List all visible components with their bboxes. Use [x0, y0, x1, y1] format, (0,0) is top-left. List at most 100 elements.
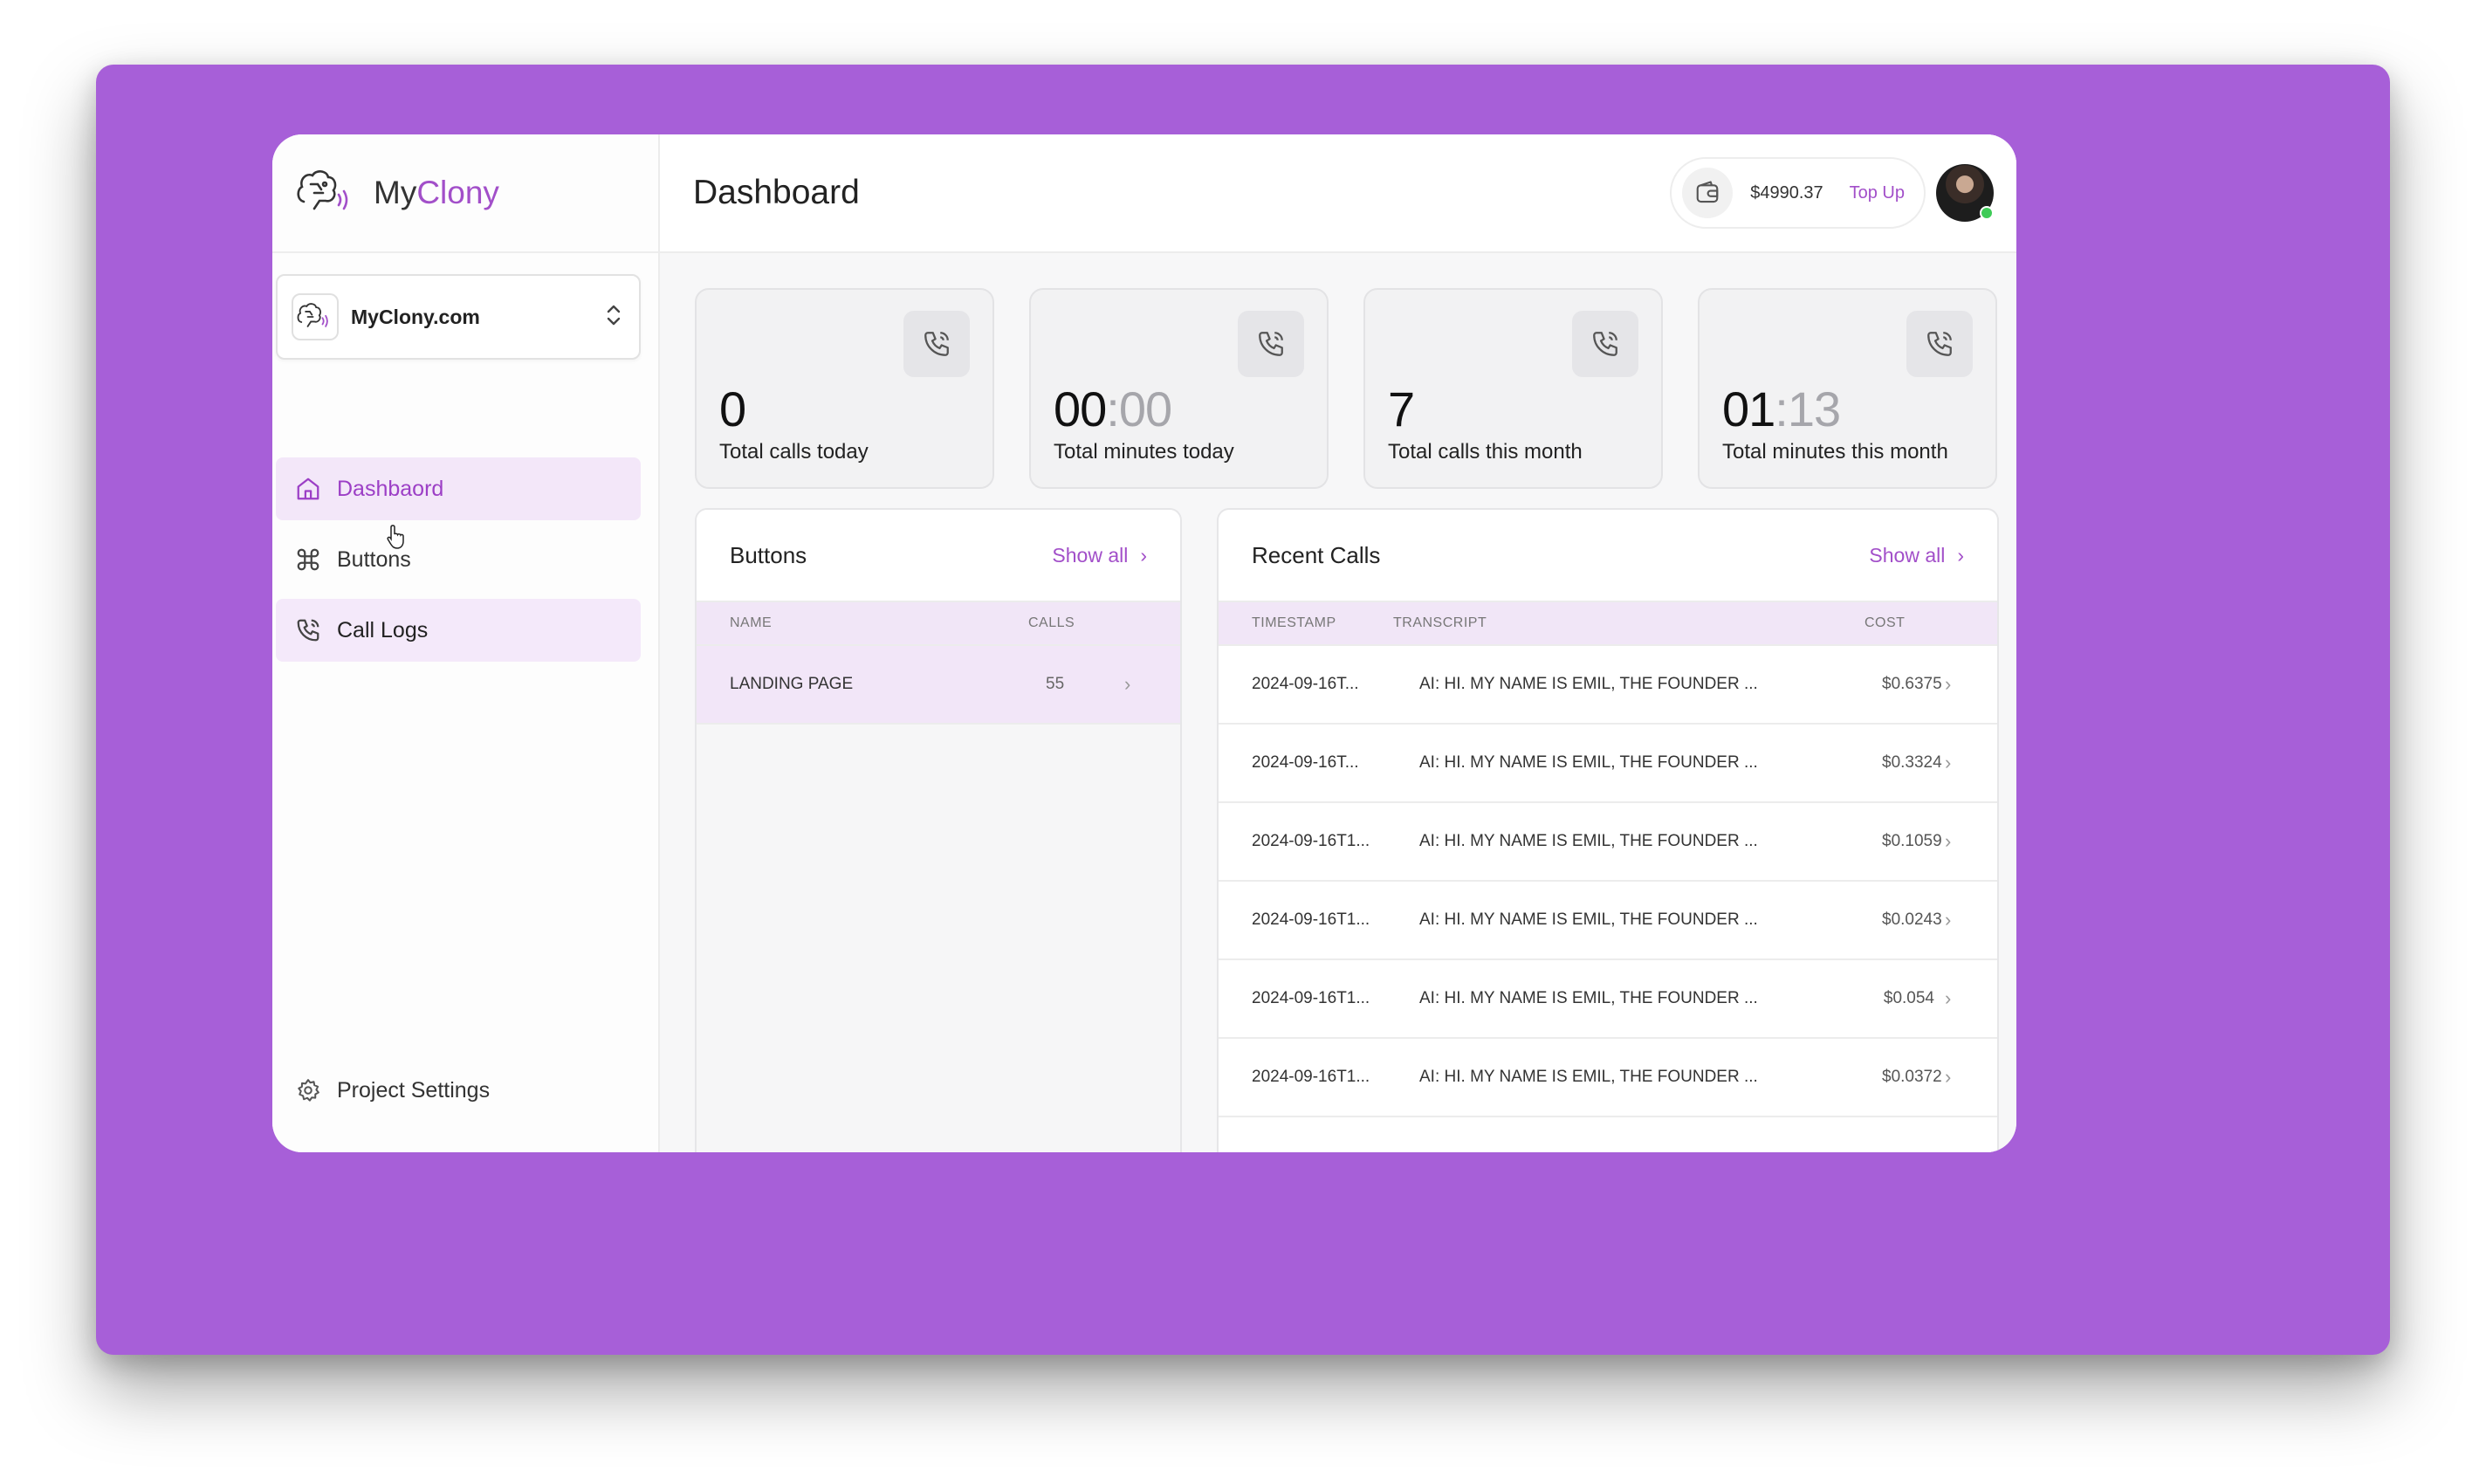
chevron-right-icon: ›	[1124, 673, 1131, 695]
sidebar-item-label: Buttons	[337, 546, 411, 572]
brain-logo-icon	[293, 167, 360, 219]
call-cost: $0.054	[1883, 989, 1934, 1007]
call-cost: $0.0243	[1882, 910, 1942, 929]
call-timestamp: 2024-09-16T1...	[1252, 910, 1370, 929]
panel-title: Recent Calls	[1252, 541, 1381, 568]
call-timestamp: 2024-09-16T1...	[1252, 832, 1370, 850]
sidebar-item-label: Dashbaord	[337, 476, 444, 501]
buttons-panel: Buttons Show all › NAME CALLS LANDING PAG…	[695, 508, 1182, 1152]
stat-label: Total calls today	[719, 440, 869, 464]
page-title: Dashboard	[693, 174, 860, 211]
wallet-icon	[1682, 168, 1734, 218]
chevron-right-icon: ›	[1945, 830, 1952, 852]
chevron-right-icon: ›	[1945, 752, 1952, 773]
top-bar: Dashboard $4990.37 Top Up	[660, 134, 2016, 253]
stats-row: 0 Total calls today 00:00 Total minutes …	[695, 288, 1997, 489]
table-row[interactable]: 2024-09-16T1... AI: HI. MY NAME IS EMIL,…	[1219, 803, 1997, 882]
stat-value: 00:00	[1054, 381, 1172, 436]
call-timestamp: 2024-09-16T1...	[1252, 989, 1370, 1007]
call-cost: $0.0372	[1882, 1068, 1942, 1086]
chevron-right-icon: ›	[1957, 543, 1964, 567]
phone-icon	[903, 311, 970, 377]
stat-value: 7	[1388, 381, 1415, 436]
panel-header: Buttons Show all ›	[697, 510, 1180, 601]
chevron-right-icon: ›	[1945, 1066, 1952, 1088]
home-icon	[297, 477, 319, 500]
phone-icon	[1906, 311, 1973, 377]
table-row[interactable]: 2024-09-16T... AI: HI. MY NAME IS EMIL, …	[1219, 646, 1997, 725]
project-settings-link[interactable]: Project Settings	[295, 1077, 490, 1103]
hand-cursor-icon	[387, 525, 404, 549]
sidebar-item-buttons[interactable]: Buttons	[276, 528, 641, 591]
column-header-timestamp: TIMESTAMP	[1252, 615, 1336, 630]
stat-label: Total minutes this month	[1722, 440, 1948, 464]
call-timestamp: 2024-09-16T...	[1252, 675, 1359, 693]
project-name: MyClony.com	[351, 305, 480, 328]
panel-header: Recent Calls Show all ›	[1219, 510, 1997, 601]
stat-card-minutes-today: 00:00 Total minutes today	[1029, 288, 1329, 489]
app-window: MyClony MyClony.com Dashbaord Buttons Ca…	[272, 134, 2016, 1152]
call-transcript: AI: HI. MY NAME IS EMIL, THE FOUNDER ...	[1419, 832, 1758, 850]
show-all-calls-link[interactable]: Show all ›	[1869, 544, 1964, 567]
main-content: Dashboard $4990.37 Top Up 0 Total calls …	[660, 134, 2016, 1152]
chevron-right-icon: ›	[1140, 543, 1147, 567]
stat-card-calls-today: 0 Total calls today	[695, 288, 994, 489]
sidebar-item-call-logs[interactable]: Call Logs	[276, 599, 641, 662]
stat-value: 01:13	[1722, 381, 1841, 436]
call-transcript: AI: HI. MY NAME IS EMIL, THE FOUNDER ...	[1419, 1068, 1758, 1086]
brand-header: MyClony	[272, 134, 658, 253]
call-transcript: AI: HI. MY NAME IS EMIL, THE FOUNDER ...	[1419, 989, 1758, 1007]
table-header: TIMESTAMP TRANSCRIPT COST	[1219, 601, 1997, 646]
project-logo-icon	[292, 293, 339, 340]
recent-calls-panel: Recent Calls Show all › TIMESTAMP TRANSCR…	[1217, 508, 1999, 1152]
table-row[interactable]: LANDING PAGE 55 ›	[697, 646, 1180, 725]
top-up-button[interactable]: Top Up	[1850, 183, 1905, 203]
stat-card-minutes-month: 01:13 Total minutes this month	[1698, 288, 1997, 489]
column-header-transcript: TRANSCRIPT	[1393, 615, 1487, 630]
call-cost: $0.6375	[1882, 675, 1942, 693]
panel-title: Buttons	[730, 541, 807, 568]
button-calls: 55	[1046, 675, 1065, 693]
chevron-right-icon: ›	[1945, 673, 1952, 695]
stat-label: Total minutes today	[1054, 440, 1234, 464]
column-header-name: NAME	[730, 615, 773, 630]
call-cost: $0.3324	[1882, 753, 1942, 772]
table-row[interactable]: 2024-09-16T1... AI: HI. MY NAME IS EMIL,…	[1219, 1039, 1997, 1117]
chevron-right-icon: ›	[1945, 909, 1952, 931]
column-header-cost: COST	[1864, 615, 1906, 630]
balance-amount: $4990.37	[1750, 182, 1823, 203]
table-header: NAME CALLS	[697, 601, 1180, 646]
wallet-widget: $4990.37 Top Up	[1670, 157, 1926, 229]
brand-name: MyClony	[374, 175, 499, 210]
command-icon	[297, 548, 319, 571]
phone-icon	[1238, 311, 1304, 377]
gear-icon	[298, 1079, 319, 1102]
chevron-up-down-icon	[604, 302, 623, 333]
stat-label: Total calls this month	[1388, 440, 1583, 464]
online-status-indicator	[1980, 206, 1994, 220]
button-name: LANDING PAGE	[730, 675, 854, 693]
sidebar: MyClony MyClony.com Dashbaord Buttons Ca…	[272, 134, 660, 1152]
phone-icon	[297, 619, 319, 642]
stat-value: 0	[719, 381, 746, 436]
call-transcript: AI: HI. MY NAME IS EMIL, THE FOUNDER ...	[1419, 675, 1758, 693]
phone-icon	[1572, 311, 1638, 377]
sidebar-item-label: Call Logs	[337, 617, 429, 642]
sidebar-item-dashboard[interactable]: Dashbaord	[276, 457, 641, 520]
call-transcript: AI: HI. MY NAME IS EMIL, THE FOUNDER ...	[1419, 753, 1758, 772]
chevron-right-icon: ›	[1945, 987, 1952, 1009]
call-timestamp: 2024-09-16T1...	[1252, 1068, 1370, 1086]
project-selector[interactable]: MyClony.com	[276, 274, 641, 360]
table-row[interactable]: 2024-09-16T1... AI: HI. MY NAME IS EMIL,…	[1219, 882, 1997, 960]
show-all-buttons-link[interactable]: Show all ›	[1052, 544, 1147, 567]
call-timestamp: 2024-09-16T...	[1252, 753, 1359, 772]
table-row[interactable]: 2024-09-16T1... AI: HI. MY NAME IS EMIL,…	[1219, 960, 1997, 1039]
avatar[interactable]	[1936, 164, 1994, 222]
stat-card-calls-month: 7 Total calls this month	[1363, 288, 1663, 489]
call-cost: $0.1059	[1882, 832, 1942, 850]
project-settings-label: Project Settings	[337, 1077, 491, 1103]
call-transcript: AI: HI. MY NAME IS EMIL, THE FOUNDER ...	[1419, 910, 1758, 929]
sidebar-nav: Dashbaord Buttons Call Logs	[276, 457, 641, 670]
column-header-calls: CALLS	[1028, 615, 1075, 630]
table-row[interactable]: 2024-09-16T... AI: HI. MY NAME IS EMIL, …	[1219, 725, 1997, 803]
